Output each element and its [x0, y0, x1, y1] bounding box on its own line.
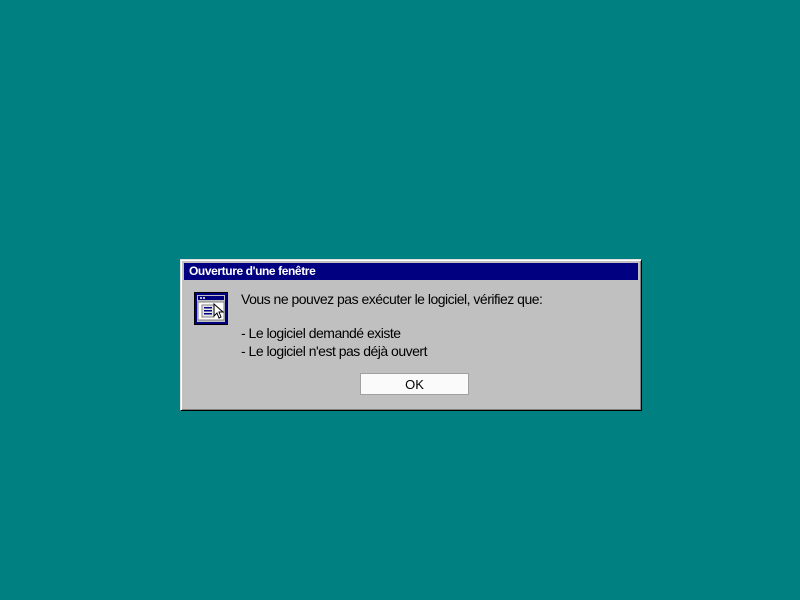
- ok-button[interactable]: OK: [360, 373, 469, 395]
- error-dialog: Ouverture d'une fenêtre Vous ne pouvez p…: [180, 259, 642, 411]
- dialog-message: Vous ne pouvez pas exécuter le logiciel,…: [241, 290, 543, 360]
- bullet-item: - Le logiciel n'est pas déjà ouvert: [241, 343, 427, 359]
- application-window-icon: [194, 292, 228, 325]
- dialog-title: Ouverture d'une fenêtre: [184, 263, 638, 280]
- message-text: Vous ne pouvez pas exécuter le logiciel,…: [241, 291, 543, 307]
- bullet-item: - Le logiciel demandé existe: [241, 325, 401, 341]
- message-spacer: [241, 308, 542, 324]
